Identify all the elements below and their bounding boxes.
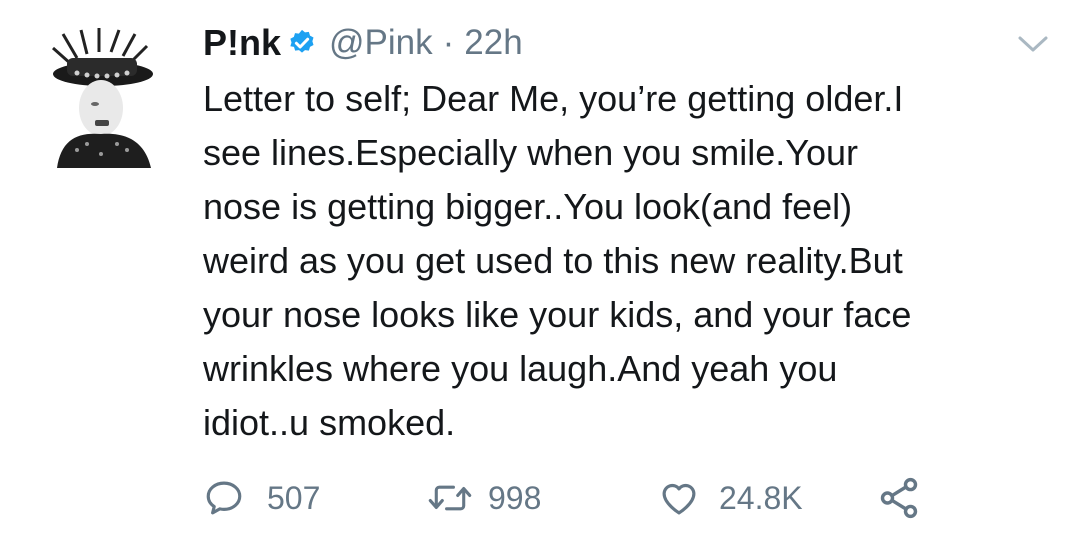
reply-button[interactable]: 507 bbox=[203, 470, 320, 526]
tweet-actions: 507 998 24.8K bbox=[0, 470, 1080, 526]
separator: · bbox=[442, 23, 455, 62]
retweet-icon bbox=[428, 485, 472, 511]
heart-icon bbox=[662, 483, 696, 515]
tweet[interactable]: P!nk @Pink · 22h Letter to self; Dear Me… bbox=[0, 0, 1080, 547]
avatar[interactable] bbox=[47, 28, 159, 168]
reply-count: 507 bbox=[267, 479, 321, 516]
tweet-text: Letter to self; Dear Me, you’re getting … bbox=[203, 78, 912, 443]
verified-badge-icon bbox=[287, 28, 317, 58]
avatar-image bbox=[52, 28, 153, 168]
tweet-header: P!nk @Pink · 22h bbox=[203, 18, 523, 68]
like-count: 24.8K bbox=[719, 479, 803, 516]
timestamp[interactable]: 22h bbox=[464, 23, 522, 63]
display-name[interactable]: P!nk bbox=[203, 22, 281, 64]
share-button[interactable] bbox=[876, 470, 922, 526]
chevron-down-icon bbox=[1018, 36, 1048, 52]
share-icon bbox=[880, 477, 918, 519]
more-menu-button[interactable] bbox=[1016, 32, 1050, 56]
like-button[interactable]: 24.8K bbox=[657, 470, 803, 526]
handle[interactable]: @Pink bbox=[329, 23, 433, 63]
retweet-button[interactable]: 998 bbox=[426, 470, 541, 526]
retweet-count: 998 bbox=[488, 479, 542, 516]
reply-icon bbox=[206, 481, 242, 515]
